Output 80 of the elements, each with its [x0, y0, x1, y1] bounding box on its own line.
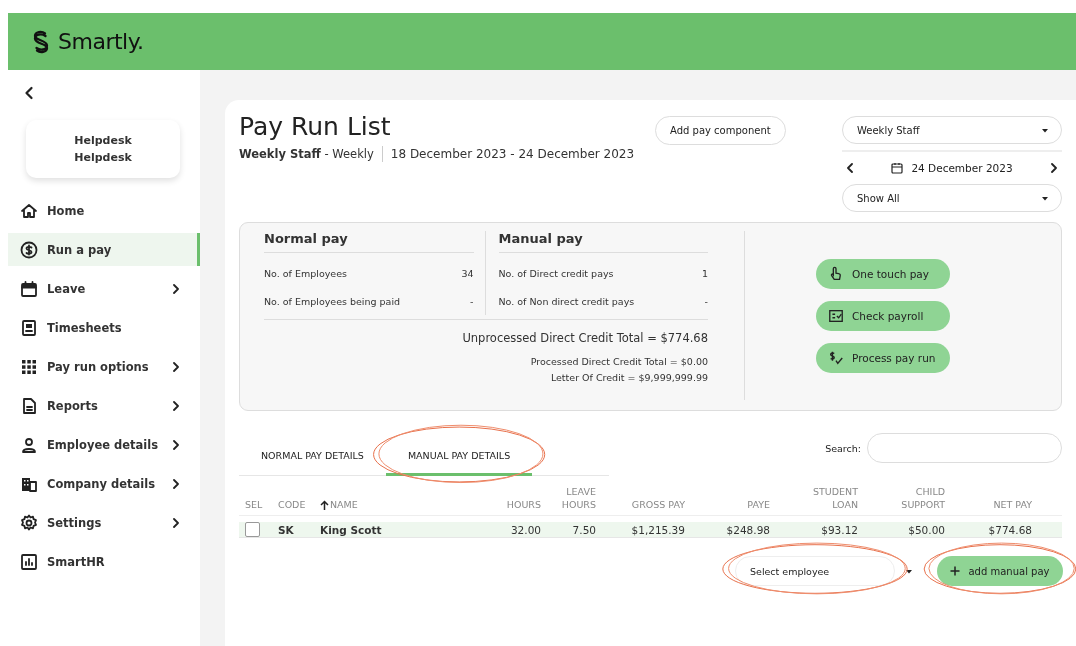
column-header[interactable]: NAME [314, 475, 494, 515]
grid-icon [20, 357, 38, 376]
pay-group-label: Weekly Staff - Weekly [239, 147, 374, 161]
document-icon [20, 318, 38, 337]
calendar-icon [20, 279, 38, 298]
dollar-check-icon [828, 349, 844, 366]
action-button[interactable]: Check payroll [816, 300, 950, 331]
hand-icon [828, 265, 844, 282]
caret-icon [1041, 127, 1049, 133]
document-icon [20, 396, 38, 415]
table-cell: 7.50 [572, 523, 596, 536]
stat-label: No. of Employees being paid [264, 295, 401, 307]
dropdown-caret-icon [905, 568, 913, 574]
stat-label: No. of Non direct credit pays [498, 295, 635, 307]
table-cell: $774.68 [988, 523, 1032, 536]
table-cell: $1,215.39 [631, 523, 685, 536]
add-manual-pay-button[interactable]: add manual pay [937, 556, 1063, 586]
nav-item[interactable]: Timesheets [8, 311, 200, 344]
search-field[interactable] [867, 433, 1062, 463]
nav-item[interactable]: Run a pay [8, 233, 200, 266]
caret-icon [1041, 195, 1049, 201]
home-icon [20, 201, 38, 220]
column-header[interactable]: HOURS [494, 475, 541, 515]
column-header[interactable]: CODE [272, 475, 314, 515]
section-heading: Normal pay [264, 231, 474, 253]
column-header[interactable]: PAYE [685, 475, 770, 515]
column-header[interactable]: LEAVE HOURS [541, 475, 596, 515]
search-label: Search: [825, 442, 861, 454]
logo-text: Smartly. [58, 29, 144, 54]
stat-label: No. of Employees [264, 267, 347, 279]
table-cell: SK [278, 523, 294, 536]
dollar-icon [20, 240, 38, 259]
total-line: Processed Direct Credit Total = $0.00 [530, 355, 708, 369]
nav-item[interactable]: Reports [8, 389, 200, 422]
checklist-icon [828, 307, 844, 324]
nav-item[interactable]: Settings [8, 506, 200, 539]
column-header[interactable]: SEL [239, 475, 272, 515]
chevron-left-icon [24, 86, 34, 100]
employee-select[interactable]: Select employee [735, 556, 895, 586]
user-role: Helpdesk [74, 150, 132, 166]
action-button[interactable]: Process pay run [816, 342, 950, 373]
stat-value: - [470, 295, 474, 307]
table-cell: King Scott [320, 523, 382, 536]
plus-icon [950, 566, 961, 576]
stat-value: 1 [701, 267, 708, 279]
nav-item[interactable]: Employee details [8, 428, 200, 461]
user-name: Helpdesk [74, 133, 132, 149]
total-line: Letter Of Credit = $9,999,999.99 [550, 371, 708, 385]
stat-value: 34 [461, 267, 474, 279]
calendar-icon [891, 162, 904, 174]
table-cell: $50.00 [908, 523, 945, 536]
add-pay-component-button[interactable]: Add pay component [655, 116, 786, 145]
nav-item[interactable]: Leave [8, 272, 200, 305]
chevron-right-icon [1050, 163, 1058, 173]
tab[interactable]: NORMAL PAY DETAILS [239, 437, 386, 476]
nav-item[interactable]: Company details [8, 467, 200, 500]
nav-item[interactable]: Home [8, 194, 200, 227]
chart-icon [20, 552, 38, 571]
gear-icon [20, 513, 38, 532]
column-header[interactable]: STUDENT LOAN [770, 475, 858, 515]
action-button[interactable]: One touch pay [816, 258, 950, 289]
column-header[interactable]: GROSS PAY [596, 475, 685, 515]
stat-value: - [704, 295, 708, 307]
table-cell: $93.12 [821, 523, 858, 536]
person-icon [20, 435, 38, 454]
column-header[interactable]: NET PAY [945, 475, 1032, 515]
page-title: Pay Run List [239, 112, 392, 142]
section-heading: Manual pay [498, 231, 708, 253]
table-cell: 32.00 [510, 523, 541, 536]
checkbox[interactable] [245, 522, 260, 537]
chevron-left-icon [846, 163, 854, 173]
nav-item[interactable]: Pay run options [8, 350, 200, 383]
stat-label: No. of Direct credit pays [498, 267, 614, 279]
pay-period: 18 December 2023 - 24 December 2023 [390, 147, 635, 161]
total-line: Unprocessed Direct Credit Total = $774.68 [462, 330, 708, 347]
table-cell: $248.98 [726, 523, 770, 536]
table-row[interactable]: SK King Scott 32.00 7.50 $1,215.39 $248.98 $93.12 $50.00 $774.68 [239, 522, 1062, 538]
date-label: 24 December 2023 [911, 162, 1013, 174]
column-header[interactable]: CHILD SUPPORT [858, 475, 945, 515]
nav-item[interactable]: SmartHR [8, 545, 200, 578]
